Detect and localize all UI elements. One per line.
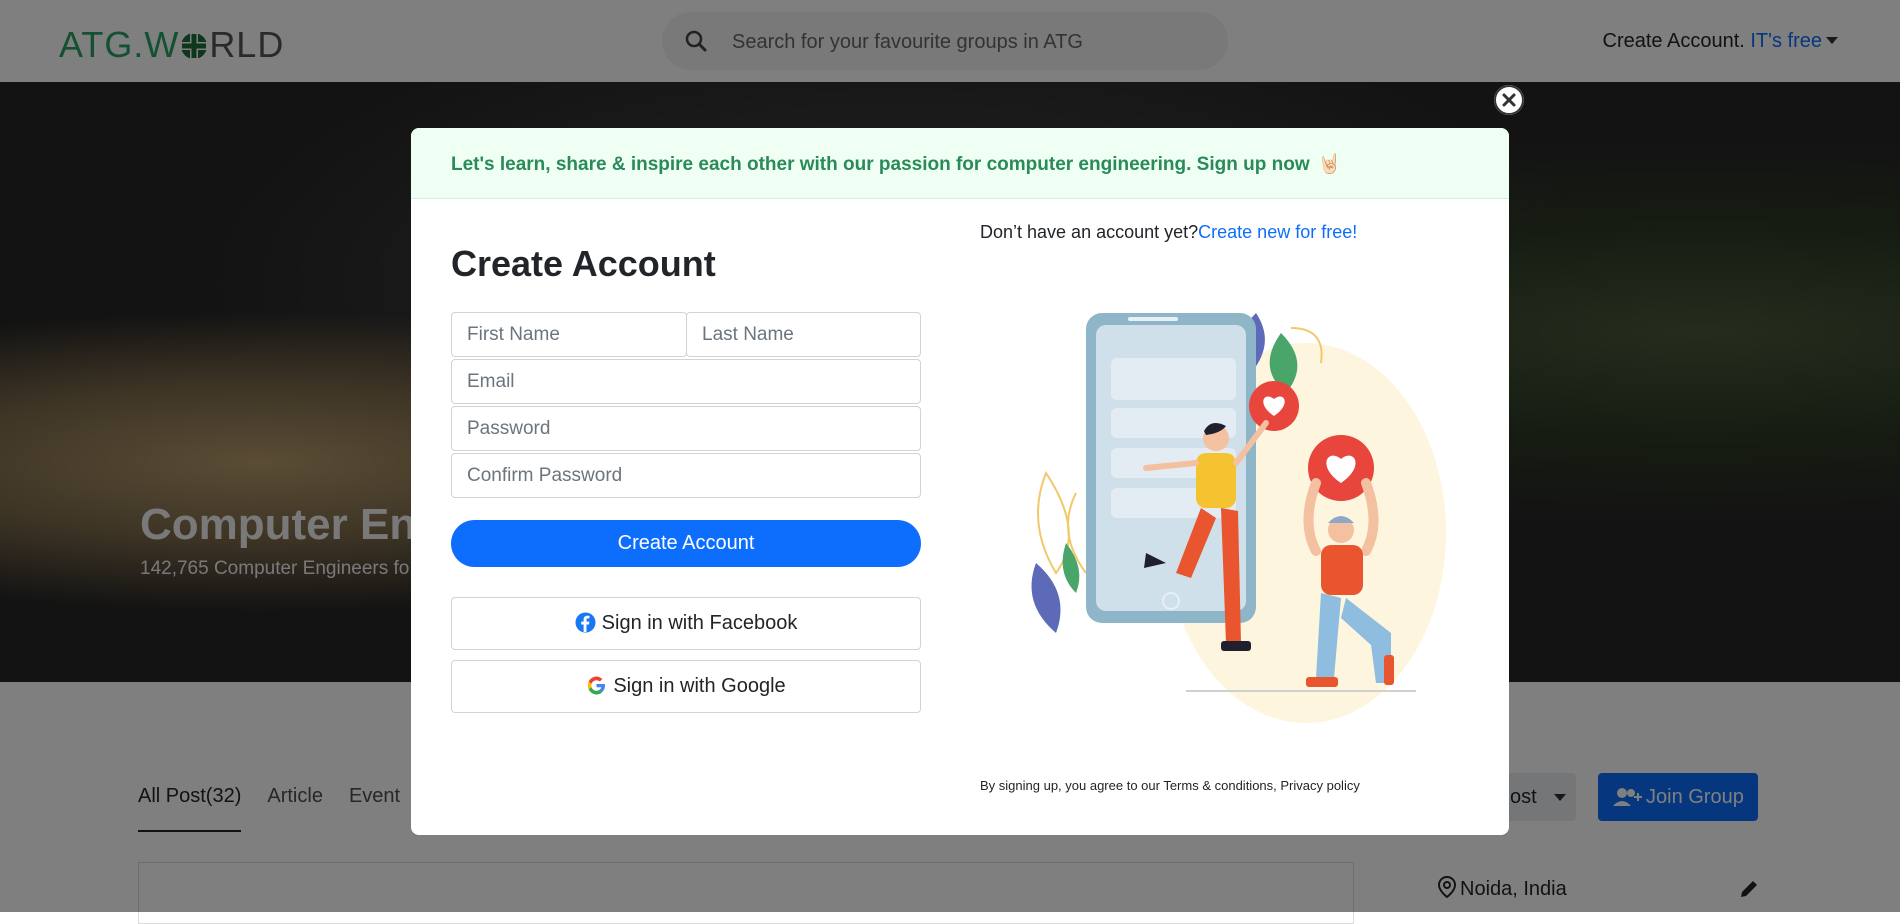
google-icon — [588, 676, 606, 695]
have-account-line: Don’t have an account yet?Create new for… — [980, 222, 1357, 243]
rock-hand-emoji: 🤘🏻 — [1317, 154, 1342, 175]
create-new-free-link[interactable]: Create new for free! — [1198, 222, 1357, 242]
social-media-illustration — [1031, 313, 1446, 723]
google-signin-label: Sign in with Google — [613, 675, 786, 697]
signup-modal: Let's learn, share & inspire each other … — [411, 128, 1509, 835]
close-icon[interactable] — [1494, 85, 1524, 115]
facebook-signin-button[interactable]: Sign in with Facebook — [451, 597, 921, 650]
have-account-text: Don’t have an account yet? — [980, 222, 1199, 242]
create-account-title: Create Account — [451, 243, 716, 284]
signup-banner: Let's learn, share & inspire each other … — [411, 128, 1509, 199]
facebook-signin-label: Sign in with Facebook — [601, 612, 798, 634]
create-account-button[interactable]: Create Account — [451, 520, 921, 567]
google-signin-button[interactable]: Sign in with Google — [451, 660, 921, 713]
banner-text: Let's learn, share & inspire each other … — [451, 152, 1341, 176]
password-field[interactable] — [451, 406, 921, 451]
email-field[interactable] — [451, 359, 921, 404]
last-name-field[interactable] — [686, 312, 921, 357]
first-name-field[interactable] — [451, 312, 687, 357]
banner-message: Let's learn, share & inspire each other … — [451, 154, 1310, 175]
terms-text: By signing up, you agree to our Terms & … — [980, 778, 1360, 793]
confirm-password-field[interactable] — [451, 453, 921, 498]
facebook-icon — [575, 612, 596, 633]
